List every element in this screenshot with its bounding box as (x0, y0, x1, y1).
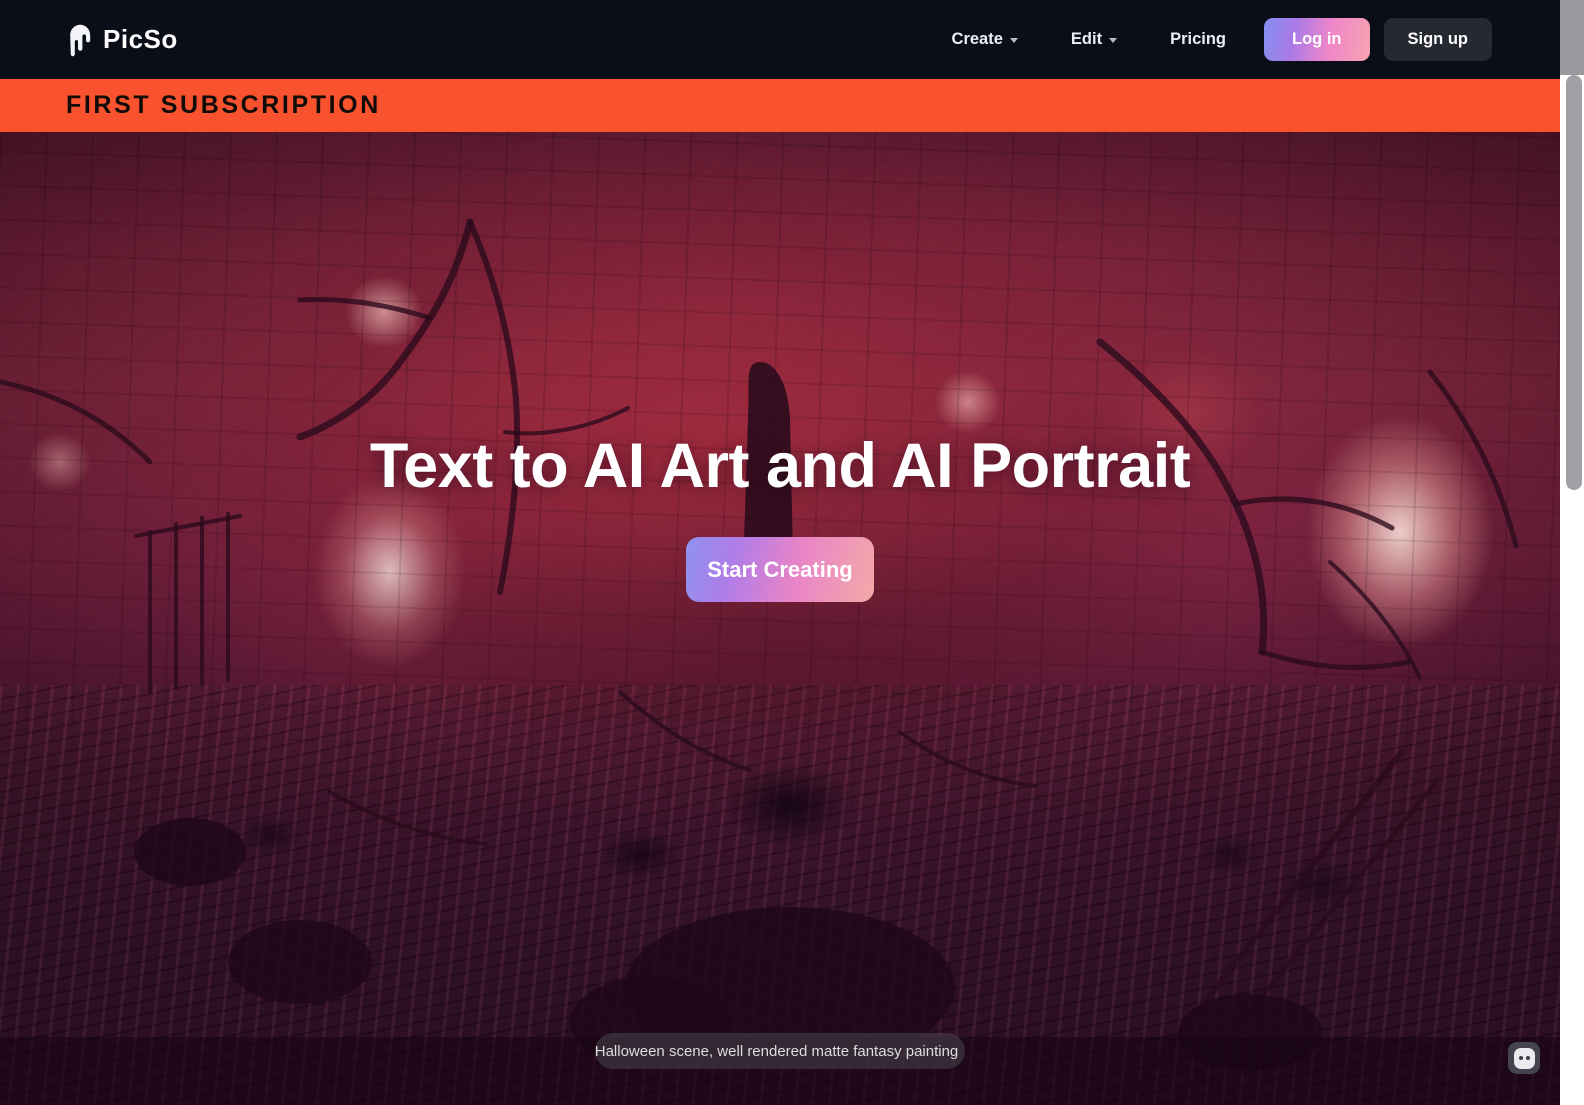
promo-title: FIRST SUBSCRIPTION (66, 91, 381, 119)
chevron-down-icon (1009, 38, 1018, 43)
nav-item-create[interactable]: Create (952, 22, 1018, 57)
chat-dot-left (1518, 1056, 1523, 1060)
hero-section: Text to AI Art and AI Portrait Start Cre… (0, 132, 1560, 1105)
page-root: PicSo Create Edit Pricing Log in Sign up… (0, 0, 1584, 1105)
brand-name: PicSo (103, 24, 178, 54)
main-navigation: Create Edit Pricing Log in Sign up (952, 18, 1492, 61)
brand-logo[interactable]: PicSo (66, 23, 178, 57)
page-scrollbar-top-cap (1560, 0, 1584, 75)
sign-up-button[interactable]: Sign up (1383, 18, 1492, 61)
start-creating-button[interactable]: Start Creating (686, 537, 874, 602)
ghost-drip-icon (66, 23, 94, 57)
nav-item-pricing[interactable]: Pricing (1170, 22, 1226, 57)
prompt-text: Halloween scene, well rendered matte fan… (594, 1042, 959, 1060)
chevron-down-icon (1109, 38, 1118, 43)
site-header: PicSo Create Edit Pricing Log in Sign up (0, 0, 1560, 79)
promo-banner: FIRST SUBSCRIPTION (0, 79, 1560, 132)
chat-widget-button[interactable] (1508, 1042, 1540, 1074)
prompt-input[interactable]: Halloween scene, well rendered matte fan… (595, 1033, 965, 1069)
nav-item-edit-label: Edit (1070, 30, 1103, 48)
nav-item-pricing-label: Pricing (1170, 30, 1227, 48)
chat-dot-right (1525, 1056, 1530, 1060)
nav-item-create-label: Create (951, 30, 1003, 48)
page-scrollbar-thumb[interactable] (1566, 75, 1582, 490)
log-in-button[interactable]: Log in (1264, 18, 1370, 61)
nav-item-edit[interactable]: Edit (1070, 22, 1118, 57)
hero-title: Text to AI Art and AI Portrait (369, 431, 1191, 501)
hero-content: Text to AI Art and AI Portrait Start Cre… (0, 132, 1560, 1105)
chat-bubble-icon (1513, 1047, 1535, 1069)
